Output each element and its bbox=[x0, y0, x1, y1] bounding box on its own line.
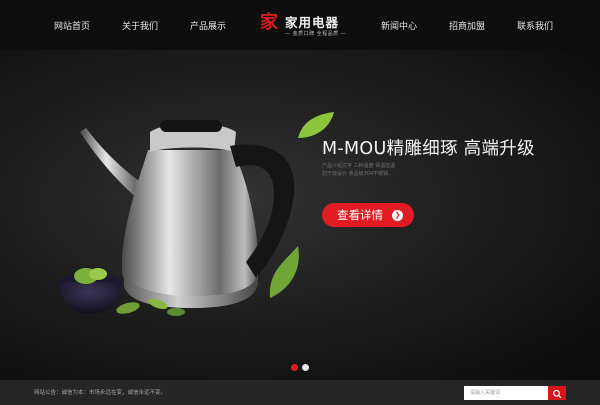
nav-item-home[interactable]: 网站首页 bbox=[54, 19, 90, 32]
search-button[interactable] bbox=[548, 386, 566, 400]
slide-dot-1[interactable] bbox=[291, 364, 298, 371]
search-input[interactable] bbox=[464, 386, 548, 400]
kettle-product-image bbox=[58, 120, 299, 316]
banner-headline: M-MOU精雕细琢 高端升级 bbox=[322, 139, 535, 159]
site-notice: 网站公告：诚信为本：市场永远在变，诚信永远不变。 bbox=[34, 390, 167, 396]
site-logo[interactable]: 家 家用电器 — 金质口碑 全程品质 — bbox=[258, 10, 348, 40]
view-details-button[interactable]: 查看详情 ❯ bbox=[322, 203, 414, 227]
hero-banner: M-MOU精雕细琢 高端升级 产品介绍文字 三种温度 保温控温 防干烧设计 食品… bbox=[0, 50, 600, 380]
top-navigation: 网站首页 关于我们 产品展示 家 家用电器 — 金质口碑 全程品质 — 新闻中心… bbox=[0, 0, 600, 50]
logo-title: 家用电器 bbox=[285, 15, 340, 30]
nav-item-about[interactable]: 关于我们 bbox=[122, 19, 158, 32]
logo-slogan: — 金质口碑 全程品质 — bbox=[285, 31, 347, 37]
nav-item-news[interactable]: 新闻中心 bbox=[381, 19, 417, 32]
nav-item-products[interactable]: 产品展示 bbox=[190, 19, 226, 32]
nav-item-franchise[interactable]: 招商加盟 bbox=[449, 19, 485, 32]
notice-bar: 网站公告：诚信为本：市场永远在变，诚信永远不变。 bbox=[0, 380, 600, 405]
arrow-right-circle-icon: ❯ bbox=[392, 209, 403, 221]
nav-item-contact[interactable]: 联系我们 bbox=[517, 19, 553, 32]
search-icon bbox=[553, 389, 562, 398]
banner-description: 产品介绍文字 三种温度 保温控温 防干烧设计 食品级304不锈钢... bbox=[322, 163, 396, 177]
view-details-label: 查看详情 bbox=[337, 208, 383, 222]
slide-dot-2[interactable] bbox=[302, 364, 309, 371]
logo-mark-icon: 家 bbox=[260, 12, 278, 33]
